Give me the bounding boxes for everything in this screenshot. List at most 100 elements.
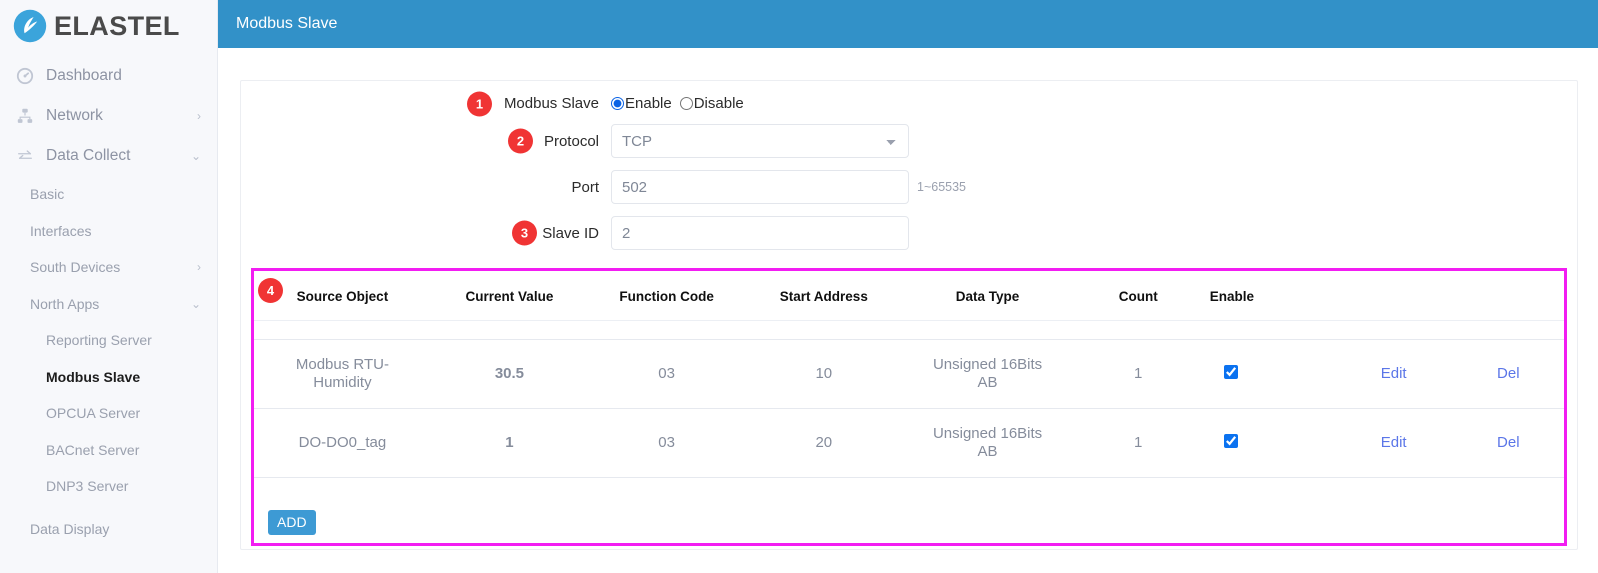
form-row-protocol: 2 Protocol TCP RTU	[241, 124, 1577, 158]
edit-link[interactable]: Edit	[1381, 434, 1407, 451]
add-button[interactable]: ADD	[268, 510, 316, 535]
modbus-slave-control: Enable Disable	[611, 95, 744, 112]
sidebar-item-bacnet-server[interactable]: BACnet Server	[0, 432, 217, 469]
form-row-port: Port 1~65535	[241, 170, 1577, 204]
slave-id-label: Slave ID	[542, 224, 599, 242]
cell-function-code: 03	[588, 408, 746, 478]
th-enable: Enable	[1203, 271, 1335, 321]
spacer-cell	[1452, 320, 1564, 340]
modbus-slave-label: Modbus Slave	[503, 95, 599, 112]
table-row: DO-DO0_tag 1 03 20 Unsigned 16Bits AB 1	[254, 408, 1564, 478]
brand[interactable]: ELASTEL	[0, 0, 217, 52]
sidebar-item-data-collect[interactable]: Data Collect ⌄	[0, 136, 217, 176]
sidebar-item-opcua-server[interactable]: OPCUA Server	[0, 395, 217, 432]
page-body: 1 Modbus Slave Enable Disable 2 Protocol…	[218, 48, 1598, 550]
th-count: Count	[1072, 271, 1204, 321]
enable-checkbox[interactable]	[1223, 433, 1238, 448]
sidebar-item-modbus-slave[interactable]: Modbus Slave	[0, 359, 217, 396]
cell-source-object: Modbus RTU-Humidity	[254, 339, 431, 409]
port-input[interactable]	[611, 170, 909, 204]
sidebar-item-label: Data Display	[30, 520, 110, 537]
callout-badge-4: 4	[258, 278, 283, 303]
protocol-label-cell: 2 Protocol	[241, 128, 611, 154]
main-content: Modbus Slave 1 Modbus Slave Enable Disab…	[218, 0, 1598, 573]
cell-edit: Edit	[1334, 339, 1453, 409]
spacer-cell	[588, 320, 746, 340]
sidebar-item-south-devices[interactable]: South Devices ›	[0, 249, 217, 286]
sidebar-item-data-display[interactable]: Data Display	[0, 511, 217, 548]
cell-start-address: 10	[745, 339, 903, 409]
form-row-modbus-slave: 1 Modbus Slave Enable Disable	[241, 91, 1577, 116]
add-button-row: ADD	[254, 478, 1564, 535]
sidebar-item-label: Reporting Server	[46, 332, 152, 349]
table-spacer-row	[254, 320, 1564, 340]
sidebar-item-dnp3-server[interactable]: DNP3 Server	[0, 468, 217, 505]
cell-start-address: 20	[745, 408, 903, 478]
protocol-select[interactable]: TCP RTU	[611, 124, 909, 158]
spacer-cell	[430, 320, 589, 340]
cell-enable	[1203, 408, 1335, 478]
elastel-logo-icon	[12, 8, 48, 44]
sidebar-item-interfaces[interactable]: Interfaces	[0, 213, 217, 250]
sidebar-nav: Dashboard Network › Data Collect ⌄ Basic	[0, 52, 217, 547]
radio-enable[interactable]: Enable	[611, 95, 672, 112]
table-header-row: Source Object Current Value Function Cod…	[254, 271, 1564, 321]
chevron-down-icon: ⌄	[190, 296, 201, 311]
callout-badge-1: 1	[467, 91, 492, 116]
page-title: Modbus Slave	[236, 15, 338, 32]
edit-link[interactable]: Edit	[1381, 365, 1407, 382]
table-row: Modbus RTU-Humidity 30.5 03 10 Unsigned …	[254, 339, 1564, 409]
sidebar-item-basic[interactable]: Basic	[0, 176, 217, 213]
del-link[interactable]: Del	[1497, 365, 1520, 382]
spacer-cell	[902, 320, 1073, 340]
port-label-cell: Port	[241, 179, 611, 196]
modbus-slave-radio-group: Enable Disable	[611, 95, 744, 112]
th-current-value: Current Value	[430, 271, 589, 321]
sidebar-item-label: BACnet Server	[46, 441, 140, 458]
sidebar-item-dashboard[interactable]: Dashboard	[0, 56, 217, 96]
radio-disable[interactable]: Disable	[679, 95, 744, 112]
network-tree-icon	[14, 105, 36, 127]
slave-id-label-cell: 3 Slave ID	[241, 220, 611, 246]
cell-del: Del	[1452, 339, 1564, 409]
spacer-cell	[1334, 320, 1453, 340]
cell-current-value: 30.5	[430, 339, 589, 409]
cell-count: 1	[1072, 408, 1204, 478]
spacer-cell	[1072, 320, 1204, 340]
port-control: 1~65535	[611, 170, 966, 204]
sidebar-item-label: Dashboard	[46, 67, 122, 84]
cell-del: Del	[1452, 408, 1564, 478]
sidebar-item-reporting-server[interactable]: Reporting Server	[0, 322, 217, 359]
spacer-cell	[745, 320, 903, 340]
th-start-address: Start Address	[745, 271, 903, 321]
radio-enable-label: Enable	[625, 95, 672, 112]
cell-data-type: Unsigned 16Bits AB	[902, 408, 1073, 478]
slave-id-control	[611, 216, 909, 250]
chevron-right-icon: ›	[197, 260, 201, 275]
spacer-cell	[1203, 320, 1335, 340]
sidebar-item-label: Data Collect	[46, 147, 131, 164]
sidebar-item-label: DNP3 Server	[46, 478, 129, 495]
radio-disable-label: Disable	[693, 95, 744, 112]
sidebar-item-network[interactable]: Network ›	[0, 96, 217, 136]
sidebar-item-label: North Apps	[30, 295, 100, 312]
sidebar-item-label: Modbus Slave	[46, 368, 141, 385]
th-function-code: Function Code	[588, 271, 746, 321]
enable-checkbox[interactable]	[1223, 364, 1238, 379]
cell-data-type: Unsigned 16Bits AB	[902, 339, 1073, 409]
sidebar-item-label: OPCUA Server	[46, 405, 141, 422]
cell-function-code: 03	[588, 339, 746, 409]
th-data-type: Data Type	[902, 271, 1073, 321]
sidebar-item-north-apps[interactable]: North Apps ⌄	[0, 286, 217, 323]
cell-source-object: DO-DO0_tag	[254, 408, 431, 478]
modbus-slave-form: 1 Modbus Slave Enable Disable 2 Protocol…	[241, 91, 1577, 250]
port-hint: 1~65535	[917, 180, 967, 194]
radio-disable-input[interactable]	[679, 97, 693, 110]
radio-enable-input[interactable]	[611, 97, 624, 110]
slave-id-input[interactable]	[611, 216, 909, 250]
brand-name: ELASTEL	[54, 10, 180, 41]
modbus-slave-label-cell: 1 Modbus Slave	[241, 91, 611, 116]
sidebar-item-label: Network	[46, 107, 103, 124]
mapping-table: Source Object Current Value Function Cod…	[254, 271, 1564, 478]
del-link[interactable]: Del	[1497, 434, 1520, 451]
